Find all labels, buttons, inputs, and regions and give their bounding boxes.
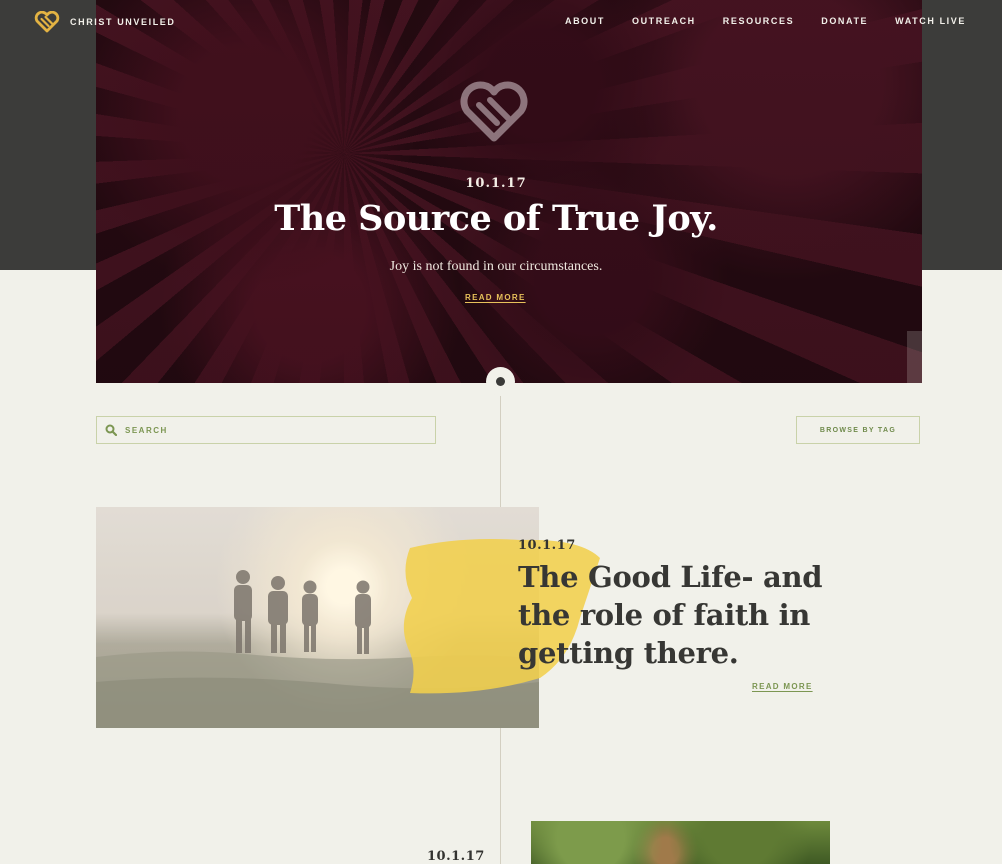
hero-slider: 10.1.17 The Source of True Joy. Joy is n… (96, 0, 922, 383)
post-date-2: 10.1.17 (427, 849, 485, 864)
site-logo[interactable]: CHRIST UNVEILED (34, 11, 176, 33)
nav-donate[interactable]: DONATE (821, 16, 868, 26)
search-input[interactable] (125, 425, 425, 435)
slider-controls (907, 331, 922, 383)
hero-read-more-link[interactable]: READ MORE (465, 293, 526, 302)
nav-watch-live[interactable]: WATCH LIVE (895, 16, 966, 26)
post-image-trees[interactable] (531, 821, 830, 864)
slider-prev-button[interactable] (907, 331, 922, 383)
post-read-more-link[interactable]: READ MORE (752, 682, 813, 691)
post-title[interactable]: The Good Life- and the role of faith in … (518, 558, 828, 672)
nav-resources[interactable]: RESOURCES (723, 16, 794, 26)
nav-outreach[interactable]: OUTREACH (632, 16, 696, 26)
arrow-left-icon (922, 352, 923, 362)
hero-subtitle: Joy is not found in our circumstances. (389, 259, 603, 274)
timeline-dot (486, 367, 515, 396)
hero-date: 10.1.17 (465, 176, 527, 191)
hero-heart-logo-icon (460, 81, 528, 142)
brand-name: CHRIST UNVEILED (70, 17, 176, 27)
post-date: 10.1.17 (518, 538, 576, 553)
heart-logo-icon (34, 11, 60, 33)
browse-by-tag-button[interactable]: BROWSE BY TAG (796, 416, 920, 444)
main-nav: ABOUT OUTREACH RESOURCES DONATE WATCH LI… (538, 16, 966, 26)
search-box (96, 416, 436, 444)
hero-title: The Source of True Joy. (274, 198, 718, 239)
search-icon (105, 424, 117, 436)
nav-about[interactable]: ABOUT (565, 16, 605, 26)
